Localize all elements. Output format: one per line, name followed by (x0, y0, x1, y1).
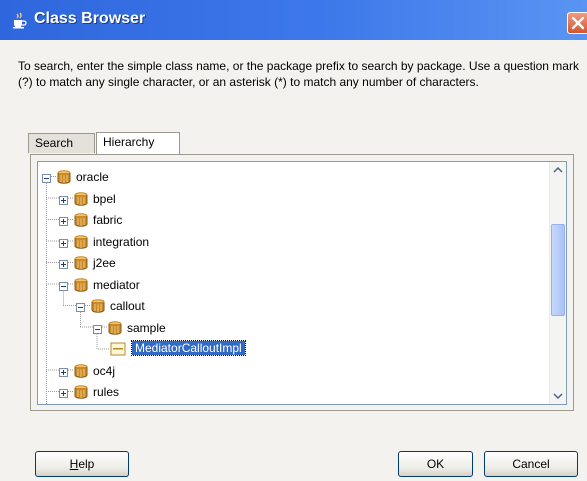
collapse-icon[interactable] (76, 301, 85, 312)
scrollbar-thumb[interactable] (551, 224, 565, 316)
cancel-button[interactable]: Cancel (484, 451, 578, 477)
package-icon (73, 234, 89, 250)
window-title: Class Browser (34, 10, 146, 27)
tree-class-label: MediatorCalloutImpl (131, 340, 246, 356)
class-icon (110, 342, 126, 356)
package-icon (73, 277, 89, 293)
help-button[interactable]: Help (35, 451, 129, 477)
package-icon (90, 298, 106, 314)
expand-icon[interactable] (59, 387, 68, 398)
java-cup-icon (10, 12, 28, 30)
collapse-icon[interactable] (42, 172, 51, 183)
collapse-icon[interactable] (93, 323, 102, 334)
package-icon (73, 384, 89, 400)
tree-package-label: sample (127, 320, 166, 335)
package-icon (73, 191, 89, 207)
tab-panel: oracle bpel fabric integration j2ee mediator c… (30, 154, 574, 411)
title-bar[interactable]: Class Browser (0, 0, 587, 40)
expand-icon[interactable] (59, 237, 68, 248)
package-icon (73, 255, 89, 271)
dialog-body: To search, enter the simple class name, … (0, 40, 587, 481)
tree-package-label: oc4j (93, 363, 116, 378)
class-tree[interactable]: oracle bpel fabric integration j2ee mediator c… (37, 161, 567, 405)
package-icon (73, 363, 89, 379)
scroll-down-icon[interactable] (551, 389, 565, 403)
tab-search[interactable]: Search (28, 133, 95, 153)
tree-package-label: bpel (93, 191, 116, 206)
expand-icon[interactable] (59, 258, 68, 269)
scroll-up-icon[interactable] (551, 163, 565, 177)
package-icon (107, 320, 123, 336)
expand-icon[interactable] (59, 366, 68, 377)
tree-package-label: rules (93, 385, 120, 399)
expand-icon[interactable] (59, 215, 68, 226)
vertical-scrollbar[interactable] (549, 162, 566, 404)
help-label-rest: elp (78, 457, 95, 471)
expand-icon[interactable] (59, 194, 68, 205)
close-button[interactable] (567, 12, 587, 34)
tree-package-label: mediator (93, 277, 140, 292)
tree-package-label: oracle (76, 170, 109, 184)
ok-button[interactable]: OK (398, 451, 473, 477)
tree-package-label: fabric (93, 213, 123, 227)
package-icon (56, 169, 72, 185)
tab-hierarchy[interactable]: Hierarchy (96, 132, 180, 154)
close-icon (571, 16, 585, 30)
collapse-icon[interactable] (59, 280, 68, 291)
tree-package-label: integration (93, 234, 150, 249)
package-icon (73, 212, 89, 228)
tree-package-label: callout (110, 299, 145, 313)
tree-package-label: j2ee (93, 256, 116, 270)
instructions-text: To search, enter the simple class name, … (18, 59, 579, 89)
